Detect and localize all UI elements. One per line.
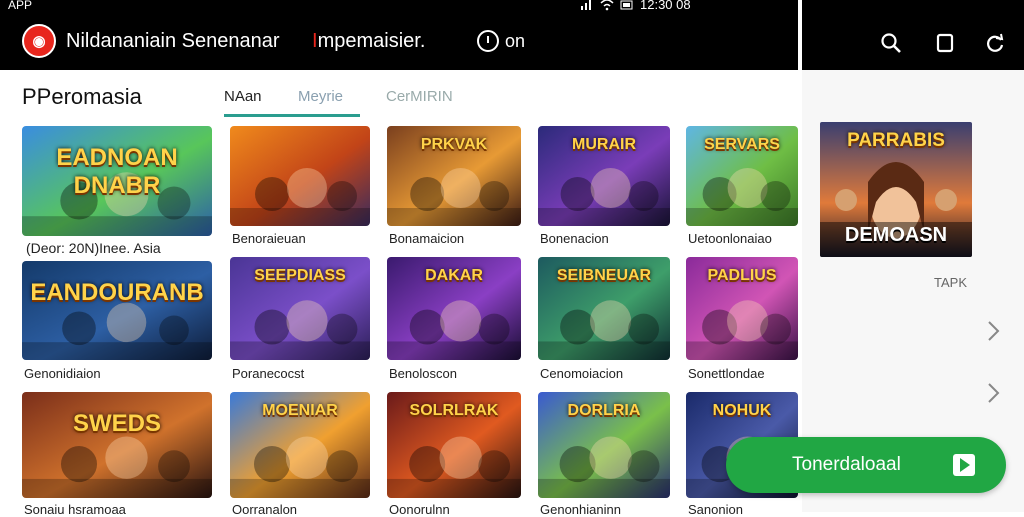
game-tile-caption: Benoloscon <box>389 366 457 381</box>
game-tile-title: DAKAR <box>425 267 483 284</box>
game-tile[interactable]: DAKAR <box>387 257 521 360</box>
game-tile-caption: Genonidiaion <box>24 366 101 381</box>
game-tile-title: SEIBNEUAR <box>556 267 652 284</box>
game-tile-caption: Sonettlondae <box>688 366 765 381</box>
game-tile-title: SEEPDIASS <box>254 267 346 284</box>
game-tile-title: PADLIUS <box>707 267 777 284</box>
signal-icon <box>581 0 591 10</box>
game-tile-caption: Cenomoiacion <box>540 366 624 381</box>
game-tile-title: SOLRLRAK <box>409 402 499 419</box>
game-tile-caption: Uetoonlonaiao <box>688 231 772 246</box>
app-title: Nildananiain Senenanar <box>66 30 280 52</box>
game-tile-caption: Bonenacion <box>540 231 609 246</box>
chevron-right-icon[interactable] <box>985 320 1001 342</box>
game-tile-title: SWEDS <box>72 410 161 437</box>
timer-button[interactable]: on <box>477 30 525 52</box>
game-tile-title: DORLRIA <box>567 402 641 419</box>
game-tile-art <box>22 392 212 498</box>
game-tile-caption: Benoraieuan <box>232 231 306 246</box>
download-button-label: Tonerdaloaal <box>792 454 901 475</box>
wifi-icon <box>600 0 614 10</box>
featured-subtitle: DEMOASN <box>844 224 948 246</box>
game-tile[interactable]: MOENIAR <box>230 392 370 498</box>
game-tile-title: MOENIAR <box>262 402 338 419</box>
game-tile[interactable] <box>230 126 370 226</box>
active-tab-indicator <box>224 114 360 117</box>
game-tile[interactable]: SEEPDIASS <box>230 257 370 360</box>
game-tile-caption: Sonaiu hsramoaa <box>24 502 126 517</box>
game-tile-caption: Oonorulnn <box>389 502 450 517</box>
tab-third[interactable]: CerMIRIN <box>386 88 453 105</box>
game-tile-caption: Oorranalon <box>232 502 298 517</box>
tab-main[interactable]: NAan <box>224 88 262 105</box>
brand-title: PPeromasia <box>22 84 142 109</box>
game-tile[interactable]: EADNOAN DNABR <box>22 126 212 236</box>
clock-icon <box>477 30 499 52</box>
timer-label: on <box>505 30 526 51</box>
featured-title: PARRABIS <box>847 130 945 151</box>
refresh-icon[interactable] <box>984 32 1006 54</box>
download-button[interactable]: Tonerdaloaal <box>726 437 1006 493</box>
featured-tile-overlay-label: (Deor: 20N)Inee. Asia <box>22 237 212 261</box>
top-app-bar: APP 12:30 08 ◉ Nildananiain Senenanar Im… <box>0 0 798 70</box>
status-indicators: 12:30 08 <box>580 0 691 12</box>
game-tile[interactable]: PADLIUS <box>686 257 798 360</box>
game-tile[interactable]: MURAIR <box>538 126 670 226</box>
app-subtitle-text: mpemaisier. <box>317 30 426 52</box>
status-time: 12:30 08 <box>640 0 691 12</box>
game-tile-caption: Bonamaicion <box>389 231 465 246</box>
game-tile-art <box>230 126 370 226</box>
game-tile[interactable]: SERVARS <box>686 126 798 226</box>
game-tile[interactable]: SEIBNEUAR <box>538 257 670 360</box>
status-app-name: APP <box>8 0 33 12</box>
game-tile[interactable]: SWEDS <box>22 392 212 498</box>
game-tile[interactable]: DORLRIA <box>538 392 670 498</box>
game-tile-title: MURAIR <box>572 136 636 153</box>
right-toolbar <box>802 0 1024 70</box>
square-icon[interactable] <box>934 32 956 54</box>
game-tile-title: EADNOAN DNABR <box>56 144 178 199</box>
tab-second[interactable]: Meyrie <box>298 88 343 105</box>
app-subtitle: Impemaisier. <box>312 30 425 53</box>
game-tile-caption: Genonhianinn <box>540 502 621 517</box>
status-bar: APP 12:30 08 <box>0 0 798 12</box>
battery-icon <box>620 0 633 9</box>
play-icon <box>953 454 975 476</box>
game-tile-title: EANDOURANB <box>30 279 204 306</box>
game-tile[interactable]: PRKVAK <box>387 126 521 226</box>
game-tile-caption: Poranecocst <box>232 366 305 381</box>
game-tile-title: NOHUK <box>712 402 772 419</box>
game-tile-art <box>22 261 212 360</box>
game-tile-title: PRKVAK <box>420 136 488 153</box>
game-tile[interactable]: EANDOURANB <box>22 261 212 360</box>
game-tile-title: SERVARS <box>704 136 780 153</box>
right-panel-label: TAPK <box>934 275 967 290</box>
game-tile[interactable]: SOLRLRAK <box>387 392 521 498</box>
game-tile-caption: Sanonion <box>688 502 743 517</box>
logo-icon[interactable]: ◉ <box>22 24 56 58</box>
featured-game-banner[interactable]: PARRABIS DEMOASN <box>820 122 972 257</box>
chevron-right-icon[interactable] <box>985 382 1001 404</box>
search-icon[interactable] <box>880 32 902 54</box>
